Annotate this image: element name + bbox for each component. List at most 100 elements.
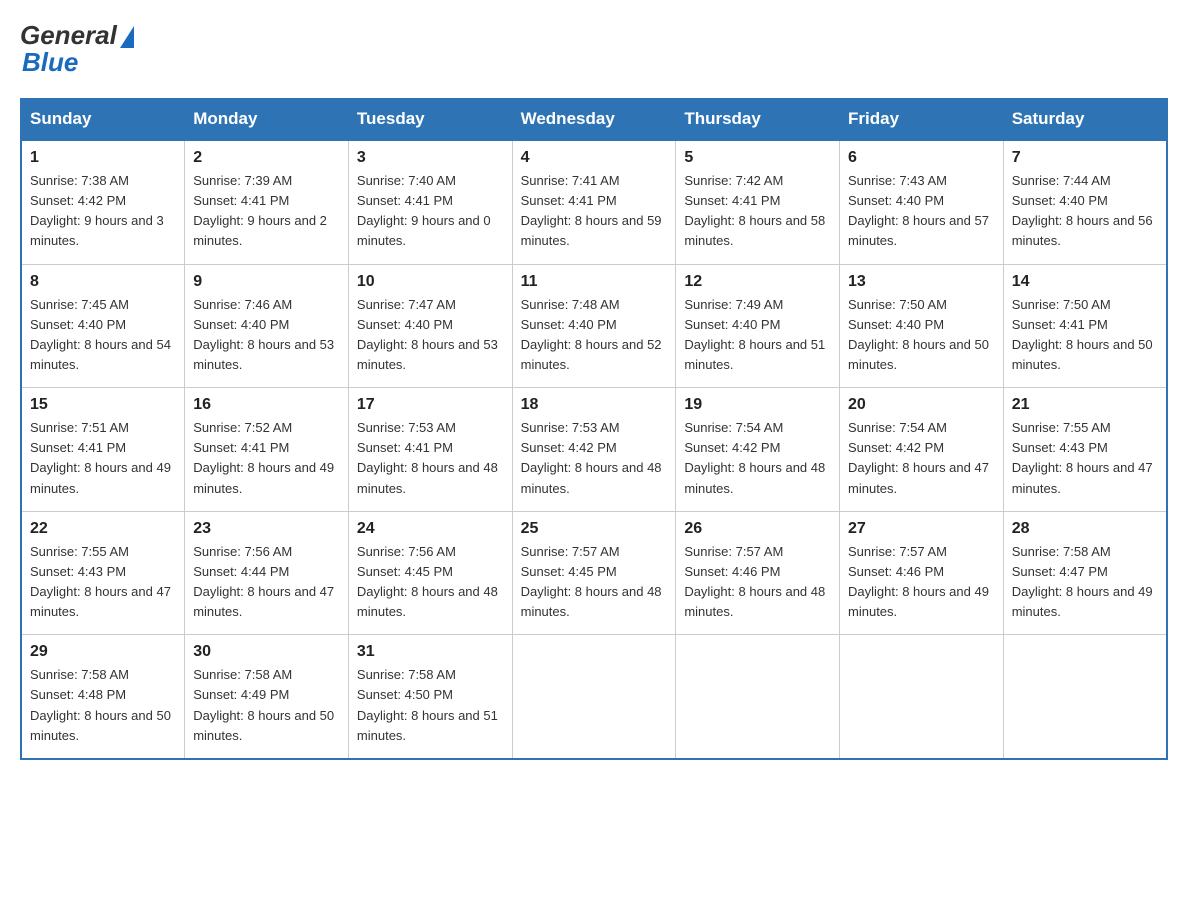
day-info: Sunrise: 7:52 AMSunset: 4:41 PMDaylight:… [193,420,334,495]
calendar-week-row: 29 Sunrise: 7:58 AMSunset: 4:48 PMDaylig… [21,635,1167,759]
day-info: Sunrise: 7:46 AMSunset: 4:40 PMDaylight:… [193,297,334,372]
calendar-week-row: 22 Sunrise: 7:55 AMSunset: 4:43 PMDaylig… [21,511,1167,635]
day-number: 9 [193,273,340,291]
calendar-day-cell: 5 Sunrise: 7:42 AMSunset: 4:41 PMDayligh… [676,140,840,264]
calendar-day-cell: 7 Sunrise: 7:44 AMSunset: 4:40 PMDayligh… [1003,140,1167,264]
calendar-week-row: 15 Sunrise: 7:51 AMSunset: 4:41 PMDaylig… [21,388,1167,512]
page-header: General Blue [20,20,1168,78]
calendar-day-cell: 12 Sunrise: 7:49 AMSunset: 4:40 PMDaylig… [676,264,840,388]
day-info: Sunrise: 7:57 AMSunset: 4:46 PMDaylight:… [848,544,989,619]
calendar-day-cell: 25 Sunrise: 7:57 AMSunset: 4:45 PMDaylig… [512,511,676,635]
day-number: 7 [1012,149,1158,167]
day-info: Sunrise: 7:57 AMSunset: 4:46 PMDaylight:… [684,544,825,619]
calendar-day-cell: 13 Sunrise: 7:50 AMSunset: 4:40 PMDaylig… [840,264,1004,388]
day-number: 8 [30,273,176,291]
weekday-header-wednesday: Wednesday [512,99,676,141]
day-number: 18 [521,396,668,414]
day-number: 21 [1012,396,1158,414]
day-info: Sunrise: 7:41 AMSunset: 4:41 PMDaylight:… [521,173,662,248]
day-number: 12 [684,273,831,291]
calendar-day-cell: 10 Sunrise: 7:47 AMSunset: 4:40 PMDaylig… [348,264,512,388]
day-info: Sunrise: 7:49 AMSunset: 4:40 PMDaylight:… [684,297,825,372]
day-info: Sunrise: 7:48 AMSunset: 4:40 PMDaylight:… [521,297,662,372]
day-number: 16 [193,396,340,414]
day-info: Sunrise: 7:55 AMSunset: 4:43 PMDaylight:… [30,544,171,619]
day-info: Sunrise: 7:58 AMSunset: 4:50 PMDaylight:… [357,667,498,742]
calendar-day-cell: 14 Sunrise: 7:50 AMSunset: 4:41 PMDaylig… [1003,264,1167,388]
calendar-day-cell [840,635,1004,759]
day-number: 17 [357,396,504,414]
calendar-day-cell: 9 Sunrise: 7:46 AMSunset: 4:40 PMDayligh… [185,264,349,388]
calendar-day-cell [676,635,840,759]
calendar-table: SundayMondayTuesdayWednesdayThursdayFrid… [20,98,1168,760]
logo-triangle-icon [120,26,134,48]
calendar-day-cell: 30 Sunrise: 7:58 AMSunset: 4:49 PMDaylig… [185,635,349,759]
calendar-day-cell: 24 Sunrise: 7:56 AMSunset: 4:45 PMDaylig… [348,511,512,635]
day-number: 30 [193,643,340,661]
day-info: Sunrise: 7:58 AMSunset: 4:47 PMDaylight:… [1012,544,1153,619]
calendar-day-cell: 15 Sunrise: 7:51 AMSunset: 4:41 PMDaylig… [21,388,185,512]
calendar-day-cell: 19 Sunrise: 7:54 AMSunset: 4:42 PMDaylig… [676,388,840,512]
day-number: 3 [357,149,504,167]
calendar-day-cell: 17 Sunrise: 7:53 AMSunset: 4:41 PMDaylig… [348,388,512,512]
day-info: Sunrise: 7:53 AMSunset: 4:41 PMDaylight:… [357,420,498,495]
day-number: 13 [848,273,995,291]
day-number: 6 [848,149,995,167]
calendar-day-cell: 20 Sunrise: 7:54 AMSunset: 4:42 PMDaylig… [840,388,1004,512]
calendar-week-row: 8 Sunrise: 7:45 AMSunset: 4:40 PMDayligh… [21,264,1167,388]
weekday-header-row: SundayMondayTuesdayWednesdayThursdayFrid… [21,99,1167,141]
logo: General Blue [20,20,134,78]
day-number: 31 [357,643,504,661]
weekday-header-saturday: Saturday [1003,99,1167,141]
day-number: 22 [30,520,176,538]
day-number: 25 [521,520,668,538]
day-number: 29 [30,643,176,661]
calendar-day-cell: 6 Sunrise: 7:43 AMSunset: 4:40 PMDayligh… [840,140,1004,264]
day-info: Sunrise: 7:45 AMSunset: 4:40 PMDaylight:… [30,297,171,372]
day-number: 10 [357,273,504,291]
day-number: 27 [848,520,995,538]
day-info: Sunrise: 7:47 AMSunset: 4:40 PMDaylight:… [357,297,498,372]
day-info: Sunrise: 7:42 AMSunset: 4:41 PMDaylight:… [684,173,825,248]
day-info: Sunrise: 7:50 AMSunset: 4:40 PMDaylight:… [848,297,989,372]
calendar-day-cell: 31 Sunrise: 7:58 AMSunset: 4:50 PMDaylig… [348,635,512,759]
day-info: Sunrise: 7:56 AMSunset: 4:45 PMDaylight:… [357,544,498,619]
calendar-day-cell: 23 Sunrise: 7:56 AMSunset: 4:44 PMDaylig… [185,511,349,635]
calendar-day-cell: 26 Sunrise: 7:57 AMSunset: 4:46 PMDaylig… [676,511,840,635]
day-number: 4 [521,149,668,167]
calendar-day-cell: 29 Sunrise: 7:58 AMSunset: 4:48 PMDaylig… [21,635,185,759]
day-info: Sunrise: 7:40 AMSunset: 4:41 PMDaylight:… [357,173,491,248]
day-info: Sunrise: 7:44 AMSunset: 4:40 PMDaylight:… [1012,173,1153,248]
day-info: Sunrise: 7:55 AMSunset: 4:43 PMDaylight:… [1012,420,1153,495]
day-number: 24 [357,520,504,538]
calendar-week-row: 1 Sunrise: 7:38 AMSunset: 4:42 PMDayligh… [21,140,1167,264]
calendar-day-cell: 11 Sunrise: 7:48 AMSunset: 4:40 PMDaylig… [512,264,676,388]
day-number: 20 [848,396,995,414]
weekday-header-thursday: Thursday [676,99,840,141]
calendar-day-cell [512,635,676,759]
day-number: 5 [684,149,831,167]
weekday-header-tuesday: Tuesday [348,99,512,141]
day-info: Sunrise: 7:58 AMSunset: 4:48 PMDaylight:… [30,667,171,742]
day-info: Sunrise: 7:54 AMSunset: 4:42 PMDaylight:… [848,420,989,495]
day-info: Sunrise: 7:38 AMSunset: 4:42 PMDaylight:… [30,173,164,248]
day-number: 23 [193,520,340,538]
day-info: Sunrise: 7:51 AMSunset: 4:41 PMDaylight:… [30,420,171,495]
calendar-day-cell: 8 Sunrise: 7:45 AMSunset: 4:40 PMDayligh… [21,264,185,388]
calendar-day-cell: 2 Sunrise: 7:39 AMSunset: 4:41 PMDayligh… [185,140,349,264]
calendar-day-cell: 3 Sunrise: 7:40 AMSunset: 4:41 PMDayligh… [348,140,512,264]
day-number: 11 [521,273,668,291]
weekday-header-monday: Monday [185,99,349,141]
weekday-header-sunday: Sunday [21,99,185,141]
day-info: Sunrise: 7:58 AMSunset: 4:49 PMDaylight:… [193,667,334,742]
calendar-day-cell: 16 Sunrise: 7:52 AMSunset: 4:41 PMDaylig… [185,388,349,512]
calendar-day-cell: 18 Sunrise: 7:53 AMSunset: 4:42 PMDaylig… [512,388,676,512]
day-info: Sunrise: 7:50 AMSunset: 4:41 PMDaylight:… [1012,297,1153,372]
calendar-day-cell: 4 Sunrise: 7:41 AMSunset: 4:41 PMDayligh… [512,140,676,264]
day-number: 19 [684,396,831,414]
day-number: 28 [1012,520,1158,538]
weekday-header-friday: Friday [840,99,1004,141]
calendar-day-cell: 22 Sunrise: 7:55 AMSunset: 4:43 PMDaylig… [21,511,185,635]
day-number: 14 [1012,273,1158,291]
day-info: Sunrise: 7:57 AMSunset: 4:45 PMDaylight:… [521,544,662,619]
